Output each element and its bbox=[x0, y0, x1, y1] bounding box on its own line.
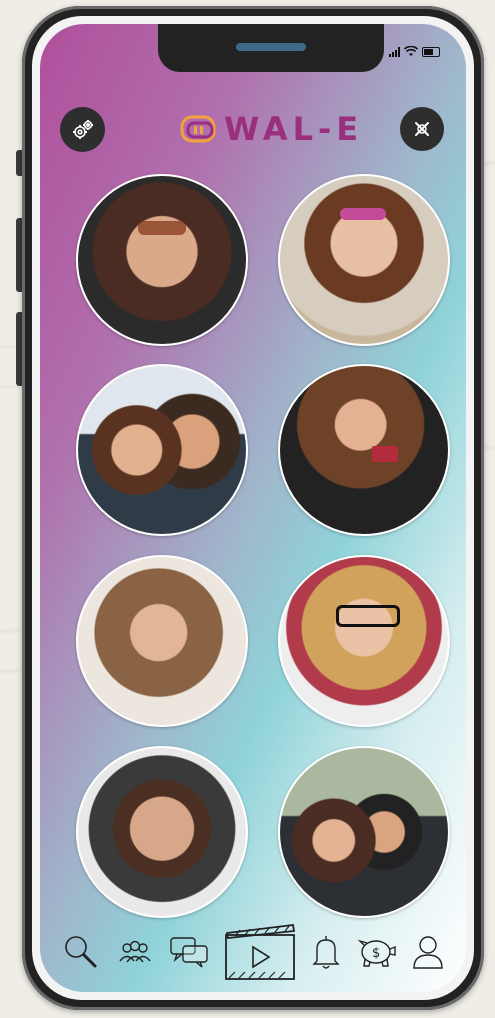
speaker bbox=[236, 43, 306, 51]
nav-search[interactable] bbox=[61, 932, 101, 972]
profile-avatar-6[interactable] bbox=[278, 555, 450, 727]
video-play-icon bbox=[225, 924, 296, 980]
nav-profile[interactable] bbox=[411, 933, 445, 971]
bell-icon bbox=[312, 936, 340, 969]
nav-wallet[interactable]: $ bbox=[355, 935, 397, 969]
profile-avatar-3[interactable] bbox=[76, 364, 248, 536]
logo-text: WAL-E bbox=[224, 110, 364, 148]
nav-video-play[interactable] bbox=[223, 921, 297, 983]
gears-icon bbox=[72, 119, 93, 139]
status-bar bbox=[389, 46, 440, 57]
wifi-icon bbox=[404, 46, 418, 56]
avatar-photo bbox=[138, 221, 186, 235]
profile-avatar-1[interactable] bbox=[76, 174, 248, 346]
close-icon bbox=[415, 122, 429, 136]
nav-groups[interactable] bbox=[115, 936, 155, 968]
phone-frame: WAL-E $ bbox=[22, 6, 484, 1010]
signal-icon bbox=[389, 46, 400, 57]
nav-notifications[interactable] bbox=[311, 933, 341, 971]
close-button[interactable] bbox=[400, 107, 444, 151]
bottom-navigation: $ bbox=[40, 922, 466, 982]
app-screen: WAL-E $ bbox=[40, 24, 466, 992]
app-logo: WAL-E bbox=[180, 110, 363, 148]
svg-text:$: $ bbox=[372, 946, 380, 961]
avatar-photo bbox=[336, 605, 400, 627]
nav-chat[interactable] bbox=[169, 935, 209, 969]
avatar-photo bbox=[372, 446, 398, 462]
profile-avatar-7[interactable] bbox=[76, 746, 248, 918]
avatar-photo bbox=[340, 208, 386, 220]
group-icon bbox=[119, 940, 151, 963]
profile-avatar-4[interactable] bbox=[278, 364, 450, 536]
notch bbox=[158, 24, 384, 72]
settings-button[interactable] bbox=[60, 107, 105, 152]
user-icon bbox=[413, 936, 443, 969]
profile-avatar-2[interactable] bbox=[278, 174, 450, 346]
battery-icon bbox=[422, 46, 440, 57]
profile-avatar-5[interactable] bbox=[76, 555, 248, 727]
search-icon bbox=[65, 936, 97, 968]
piggy-bank-icon: $ bbox=[357, 939, 396, 967]
chat-icon bbox=[170, 937, 208, 968]
logo-mark-icon bbox=[180, 115, 216, 143]
profile-avatar-8[interactable] bbox=[278, 746, 450, 918]
phone-bezel: WAL-E $ bbox=[32, 16, 474, 1000]
